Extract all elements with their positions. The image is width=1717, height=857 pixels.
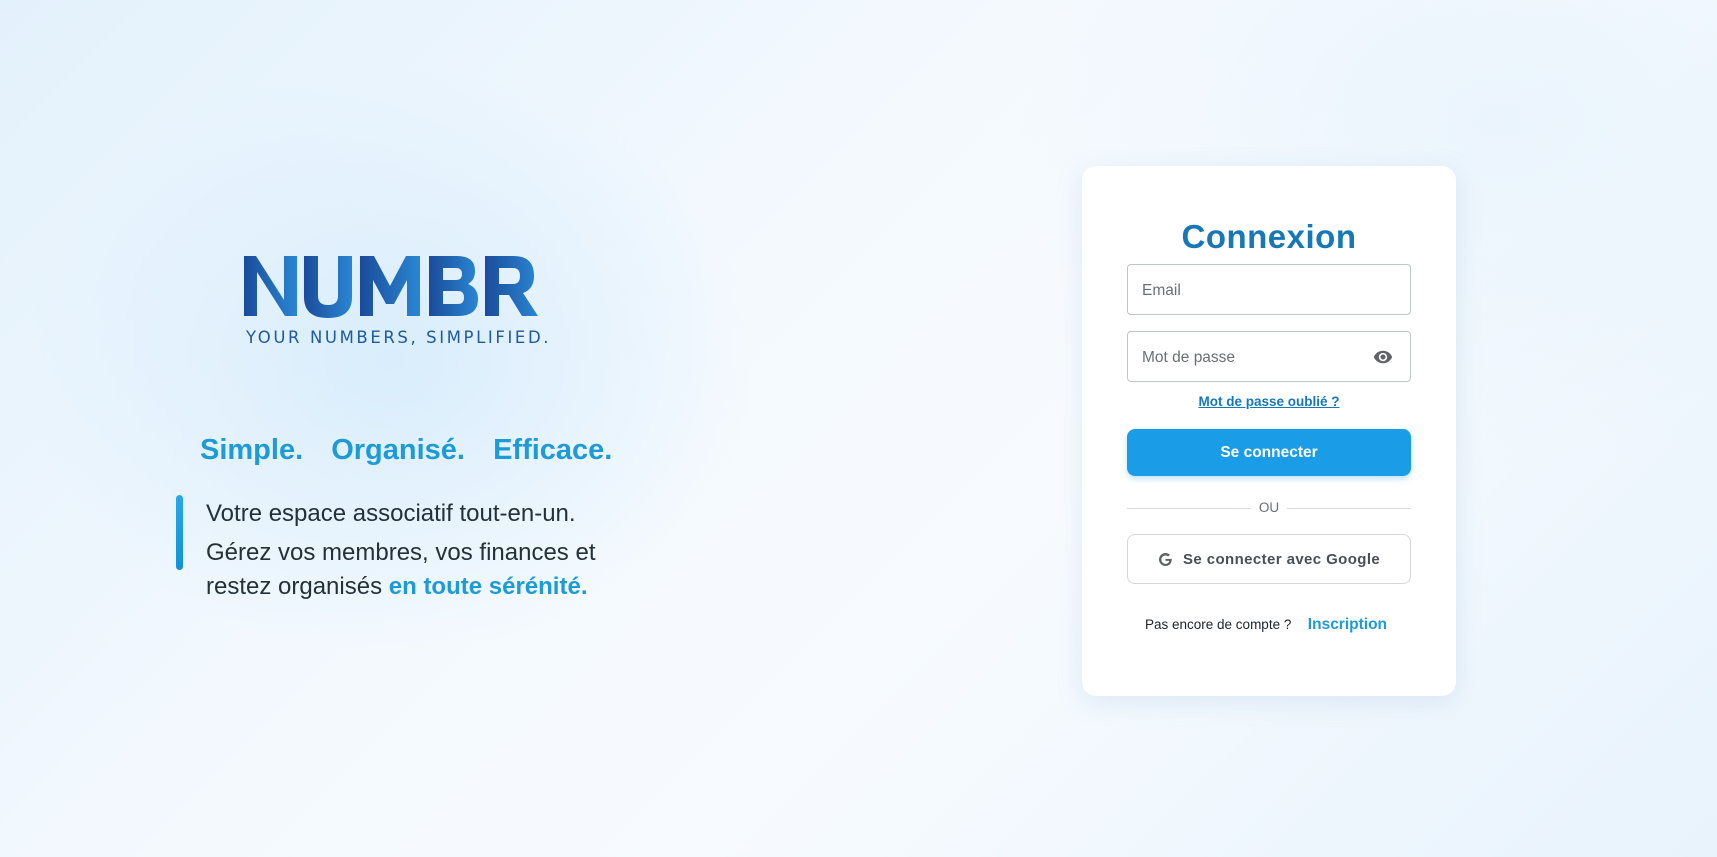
eye-icon[interactable] (1372, 347, 1394, 367)
hero-line-1: Votre espace associatif tout-en-un. (206, 500, 576, 527)
google-login-label: Se connecter avec Google (1183, 551, 1381, 568)
google-login-button[interactable]: Se connecter avec Google (1127, 534, 1411, 584)
tagline-word: Organisé. (331, 434, 465, 466)
google-icon (1159, 552, 1173, 567)
hero-description: Votre espace associatif tout-en-un. Gére… (206, 497, 666, 604)
password-field[interactable] (1127, 331, 1411, 383)
brand-logo: YOUR NUMBERS, SIMPLIFIED. (244, 252, 574, 347)
login-title: Connexion (1181, 218, 1357, 255)
signup-row: Pas encore de compte ? Inscription (1145, 616, 1405, 634)
hero-highlight: en toute sérénité. (388, 573, 588, 600)
numbr-logo-wordmark (244, 256, 538, 318)
forgot-password-link[interactable]: Mot de passe oublié ? (1082, 394, 1456, 409)
hero-tagline: Simple. Organisé. Efficace. (200, 434, 632, 467)
divider-line (1287, 508, 1411, 509)
tagline-word: Efficace. (493, 434, 613, 466)
email-input[interactable] (1140, 265, 1374, 316)
or-divider: OU (1127, 500, 1411, 516)
hero-panel: YOUR NUMBERS, SIMPLIFIED. Simple. Organi… (0, 0, 860, 857)
tagline-word: Simple. (200, 434, 304, 466)
email-field[interactable] (1127, 264, 1411, 316)
signup-link[interactable]: Inscription (1308, 616, 1387, 633)
logo-tagline: YOUR NUMBERS, SIMPLIFIED. (246, 328, 552, 347)
signup-prompt: Pas encore de compte ? (1145, 617, 1292, 632)
login-card: Connexion Mot de passe oublié ? Se conne… (1082, 166, 1456, 696)
password-input[interactable] (1140, 332, 1374, 383)
accent-bar (176, 495, 183, 570)
login-button[interactable]: Se connecter (1127, 429, 1411, 476)
